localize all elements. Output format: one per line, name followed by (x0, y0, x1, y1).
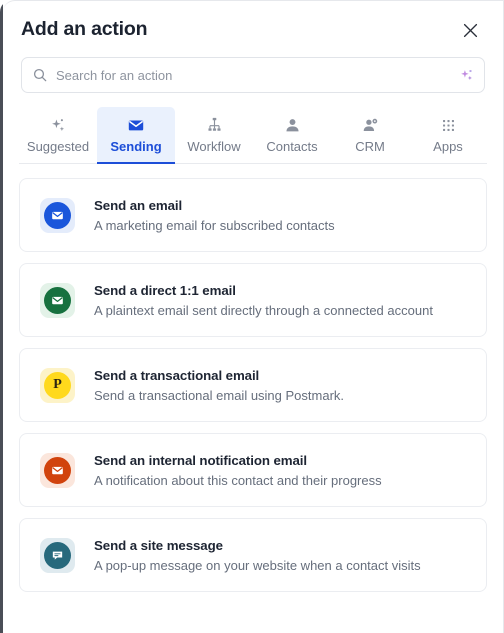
tab-label: CRM (355, 138, 385, 154)
action-title: Send an internal notification email (94, 452, 307, 468)
person-gear-icon (362, 116, 379, 135)
tab-label: Sending (110, 138, 162, 154)
chat-bubble-icon (44, 541, 71, 569)
tab-label: Contacts (266, 138, 318, 154)
action-title: Send a site message (94, 537, 223, 553)
person-icon (284, 116, 301, 135)
action-icon-wrap: P (40, 367, 75, 403)
tab-contacts[interactable]: Contacts (253, 107, 331, 163)
action-icon-wrap (40, 282, 75, 318)
action-item-send-a-site-message[interactable]: Send a site message A pop-up message on … (19, 518, 487, 592)
action-item-send-a-transactional-email[interactable]: P Send a transactional email Send a tran… (19, 348, 487, 422)
tab-label: Workflow (187, 138, 241, 154)
action-title: Send a transactional email (94, 367, 260, 383)
action-item-send-an-internal-notification-email[interactable]: Send an internal notification email A no… (19, 433, 487, 507)
envelope-icon (44, 201, 71, 229)
tab-label: Suggested (26, 138, 90, 154)
postmark-letter: P (53, 377, 62, 392)
panel-header: Add an action (3, 1, 503, 43)
tab-crm[interactable]: CRM (331, 107, 409, 163)
action-icon-wrap (40, 537, 75, 573)
action-description: A marketing email for subscribed contact… (94, 217, 335, 233)
tab-bar: Suggested Sending Workflow Contacts CRM … (19, 107, 487, 164)
action-title: Send a direct 1:1 email (94, 282, 236, 298)
envelope-icon (127, 116, 145, 135)
action-description: A plaintext email sent directly through … (94, 302, 433, 318)
search-input[interactable] (56, 67, 453, 83)
tab-suggested[interactable]: Suggested (19, 107, 97, 163)
search-bar[interactable] (21, 57, 485, 93)
action-title: Send an email (94, 197, 183, 213)
grid-dots-icon (440, 116, 457, 135)
postmark-p-icon: P (44, 371, 71, 399)
sitemap-icon (206, 116, 223, 135)
ai-sparkle-icon[interactable] (459, 68, 474, 83)
panel-body: Add an action Search for an action Sugge… (3, 0, 504, 633)
action-list: Send an email A marketing email for subs… (19, 178, 487, 592)
tab-apps[interactable]: Apps (409, 107, 487, 163)
action-text: Send an email A marketing email for subs… (94, 197, 335, 234)
action-icon-wrap (40, 452, 75, 488)
search-icon (33, 68, 47, 82)
action-text: Send a transactional email Send a transa… (94, 367, 344, 404)
action-description: A pop-up message on your website when a … (94, 557, 421, 573)
close-button[interactable] (457, 17, 483, 43)
tab-sending[interactable]: Sending (97, 107, 175, 164)
envelope-icon (44, 456, 71, 484)
envelope-icon (44, 286, 71, 314)
action-icon-wrap (40, 197, 75, 233)
close-icon (463, 23, 477, 37)
action-item-send-an-email[interactable]: Send an email A marketing email for subs… (19, 178, 487, 252)
tab-label: Apps (433, 138, 463, 154)
action-description: Send a transactional email using Postmar… (94, 387, 345, 403)
action-item-send-a-direct-1-1-email[interactable]: Send a direct 1:1 email A plaintext emai… (19, 263, 487, 337)
tab-workflow[interactable]: Workflow (175, 107, 253, 163)
sparkle-icon (50, 116, 67, 135)
action-description: A notification about this contact and th… (94, 472, 382, 488)
action-text: Send a site message A pop-up message on … (94, 537, 421, 574)
page-title: Add an action (21, 18, 148, 40)
add-action-panel: Add an action Search for an action Sugge… (0, 0, 504, 633)
action-text: Send a direct 1:1 email A plaintext emai… (94, 282, 433, 319)
action-text: Send an internal notification email A no… (94, 452, 382, 489)
